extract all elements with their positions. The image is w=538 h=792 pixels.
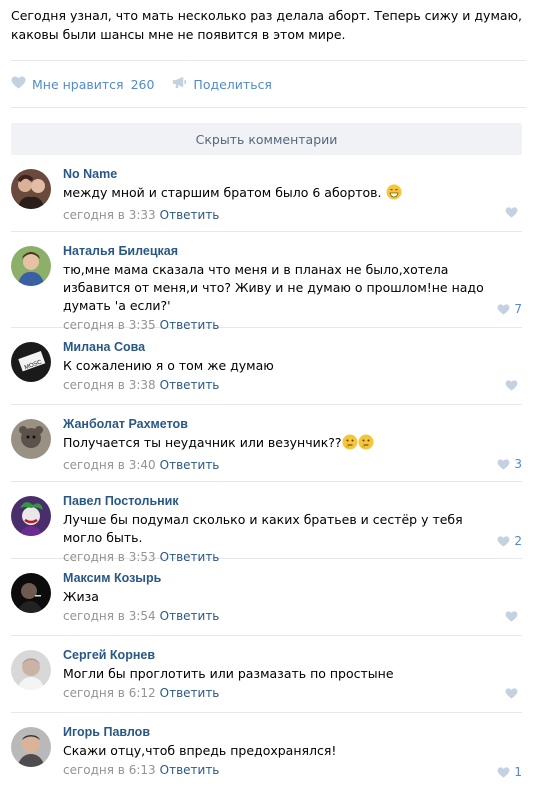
comment-like-button[interactable] (505, 207, 522, 218)
comment: MOSC Милана Сова К сожалению я о том же … (11, 328, 522, 405)
avatar[interactable]: MOSC (11, 342, 51, 382)
comment: Наталья Билецкая тю,мне мама сказала что… (11, 232, 522, 332)
comment-text: тю,мне мама сказала что меня и в планах … (63, 262, 484, 313)
comment-author[interactable]: Наталья Билецкая (63, 243, 492, 260)
reply-link[interactable]: Ответить (160, 609, 220, 623)
thinking-face-icon (358, 434, 374, 455)
like-count: 260 (130, 76, 155, 92)
reply-link[interactable]: Ответить (160, 458, 220, 472)
comment-time[interactable]: сегодня в 6:13 (63, 763, 156, 777)
reply-link[interactable]: Ответить (160, 378, 220, 392)
avatar[interactable] (11, 650, 51, 690)
comment-like-count: 1 (514, 765, 522, 779)
comment-like-button[interactable] (505, 611, 522, 622)
comment-author[interactable]: No Name (63, 166, 492, 183)
heart-icon (505, 688, 518, 699)
reply-link[interactable]: Ответить (160, 686, 220, 700)
thinking-face-icon (342, 434, 358, 455)
comment-like-button[interactable] (505, 380, 522, 391)
comment-author[interactable]: Игорь Павлов (63, 724, 492, 741)
comment-text: К сожалению я о том же думаю (63, 358, 274, 373)
comment-like-button[interactable]: 1 (497, 765, 522, 779)
like-button[interactable]: Мне нравится 260 (11, 76, 154, 92)
comment-time[interactable]: сегодня в 3:40 (63, 458, 156, 472)
comment: Сергей Корнев Могли бы проглотить или ра… (11, 636, 522, 713)
comment-author[interactable]: Милана Сова (63, 339, 492, 356)
heart-icon (11, 76, 26, 92)
hide-comments-button[interactable]: Скрыть комментарии (11, 123, 522, 155)
share-label: Поделиться (193, 76, 272, 92)
like-label: Мне нравится (32, 76, 124, 92)
comment-author[interactable]: Жанболат Рахметов (63, 416, 492, 433)
avatar[interactable] (11, 573, 51, 613)
share-button[interactable]: Поделиться (172, 76, 272, 92)
post-text: Сегодня узнал, что мать несколько раз де… (11, 8, 523, 42)
heart-icon (497, 766, 510, 778)
comments-list: No Name между мной и старшим братом было… (11, 155, 522, 790)
heart-icon (497, 303, 510, 315)
comment-text: Жиза (63, 589, 99, 604)
avatar[interactable] (11, 727, 51, 767)
comment-like-count: 3 (514, 457, 522, 471)
avatar[interactable] (11, 169, 51, 209)
comment-time[interactable]: сегодня в 3:38 (63, 378, 156, 392)
grinning-face-icon (386, 184, 402, 205)
comment-text: Скажи отцу,чтоб впредь предохранялся! (63, 743, 337, 758)
comment-like-count: 7 (514, 302, 522, 316)
avatar[interactable] (11, 246, 51, 286)
heart-icon (505, 380, 518, 391)
comment: Игорь Павлов Скажи отцу,чтоб впредь пред… (11, 713, 522, 790)
comment: Павел Постольник Лучше бы подумал скольк… (11, 482, 522, 564)
comment-author[interactable]: Павел Постольник (63, 493, 492, 510)
comment-time[interactable]: сегодня в 6:12 (63, 686, 156, 700)
comment-author[interactable]: Сергей Корнев (63, 647, 492, 664)
heart-icon (505, 207, 518, 218)
comment: Максим Козырь Жиза сегодня в 3:54 Ответит… (11, 559, 522, 636)
comment-time[interactable]: сегодня в 3:54 (63, 609, 156, 623)
reply-link[interactable]: Ответить (160, 763, 220, 777)
comment-text: Получается ты неудачник или везунчик?? (63, 434, 492, 455)
comment: Жанболат Рахметов Получается ты неудачни… (11, 405, 522, 482)
heart-icon (497, 535, 510, 547)
comment-like-count: 2 (514, 534, 522, 548)
comment-like-button[interactable] (505, 688, 522, 699)
comment: No Name между мной и старшим братом было… (11, 155, 522, 232)
comment-text: между мной и старшим братом было 6 аборт… (63, 184, 492, 205)
avatar[interactable] (11, 419, 51, 459)
comment-like-button[interactable]: 3 (497, 457, 522, 471)
comment-like-button[interactable]: 7 (497, 302, 522, 316)
reply-link[interactable]: Ответить (160, 208, 220, 222)
heart-icon (497, 458, 510, 470)
avatar[interactable] (11, 496, 51, 536)
comment-like-button[interactable]: 2 (497, 534, 522, 548)
heart-icon (505, 611, 518, 622)
comment-time[interactable]: сегодня в 3:33 (63, 208, 156, 222)
comment-text: Лучше бы подумал сколько и каких братьев… (63, 512, 463, 545)
comment-author[interactable]: Максим Козырь (63, 570, 492, 587)
post-actions-bar: Мне нравится 260 Поделиться (11, 60, 526, 108)
megaphone-icon (172, 76, 187, 92)
comment-text: Могли бы проглотить или размазать по про… (63, 666, 394, 681)
